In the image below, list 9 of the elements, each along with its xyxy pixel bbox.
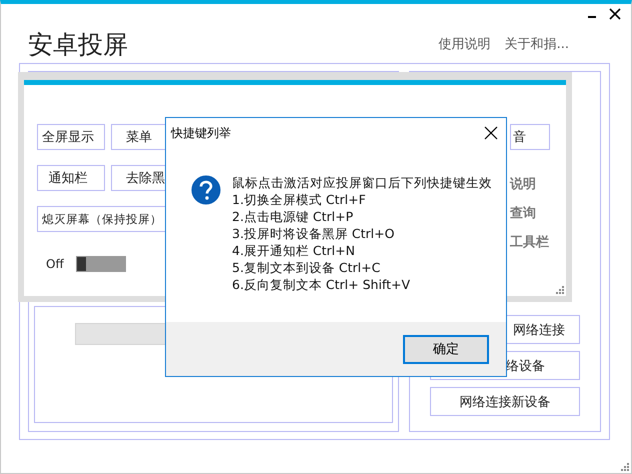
dialog-text-line: 鼠标点击激活对应投屏窗口后下列快捷键生效 bbox=[232, 174, 492, 191]
dialog-text-line: 3.投屏时将设备黑屏 Ctrl+O bbox=[232, 225, 396, 242]
toggle-label: Off bbox=[46, 257, 64, 271]
dialog-text-line: 1.切换全屏模式 Ctrl+F bbox=[232, 191, 367, 208]
dialog-text-line: 4.展开通知栏 Ctrl+N bbox=[232, 242, 356, 259]
app-title: 安卓投屏 bbox=[28, 29, 128, 61]
dialog-text-line: 6.反向复制文本 Ctrl+ Shift+V bbox=[232, 276, 412, 293]
dialog-text-line: 2.点击电源键 Ctrl+P bbox=[232, 208, 354, 225]
dialog-text-line: 5.复制文本到设备 Ctrl+C bbox=[232, 259, 382, 276]
